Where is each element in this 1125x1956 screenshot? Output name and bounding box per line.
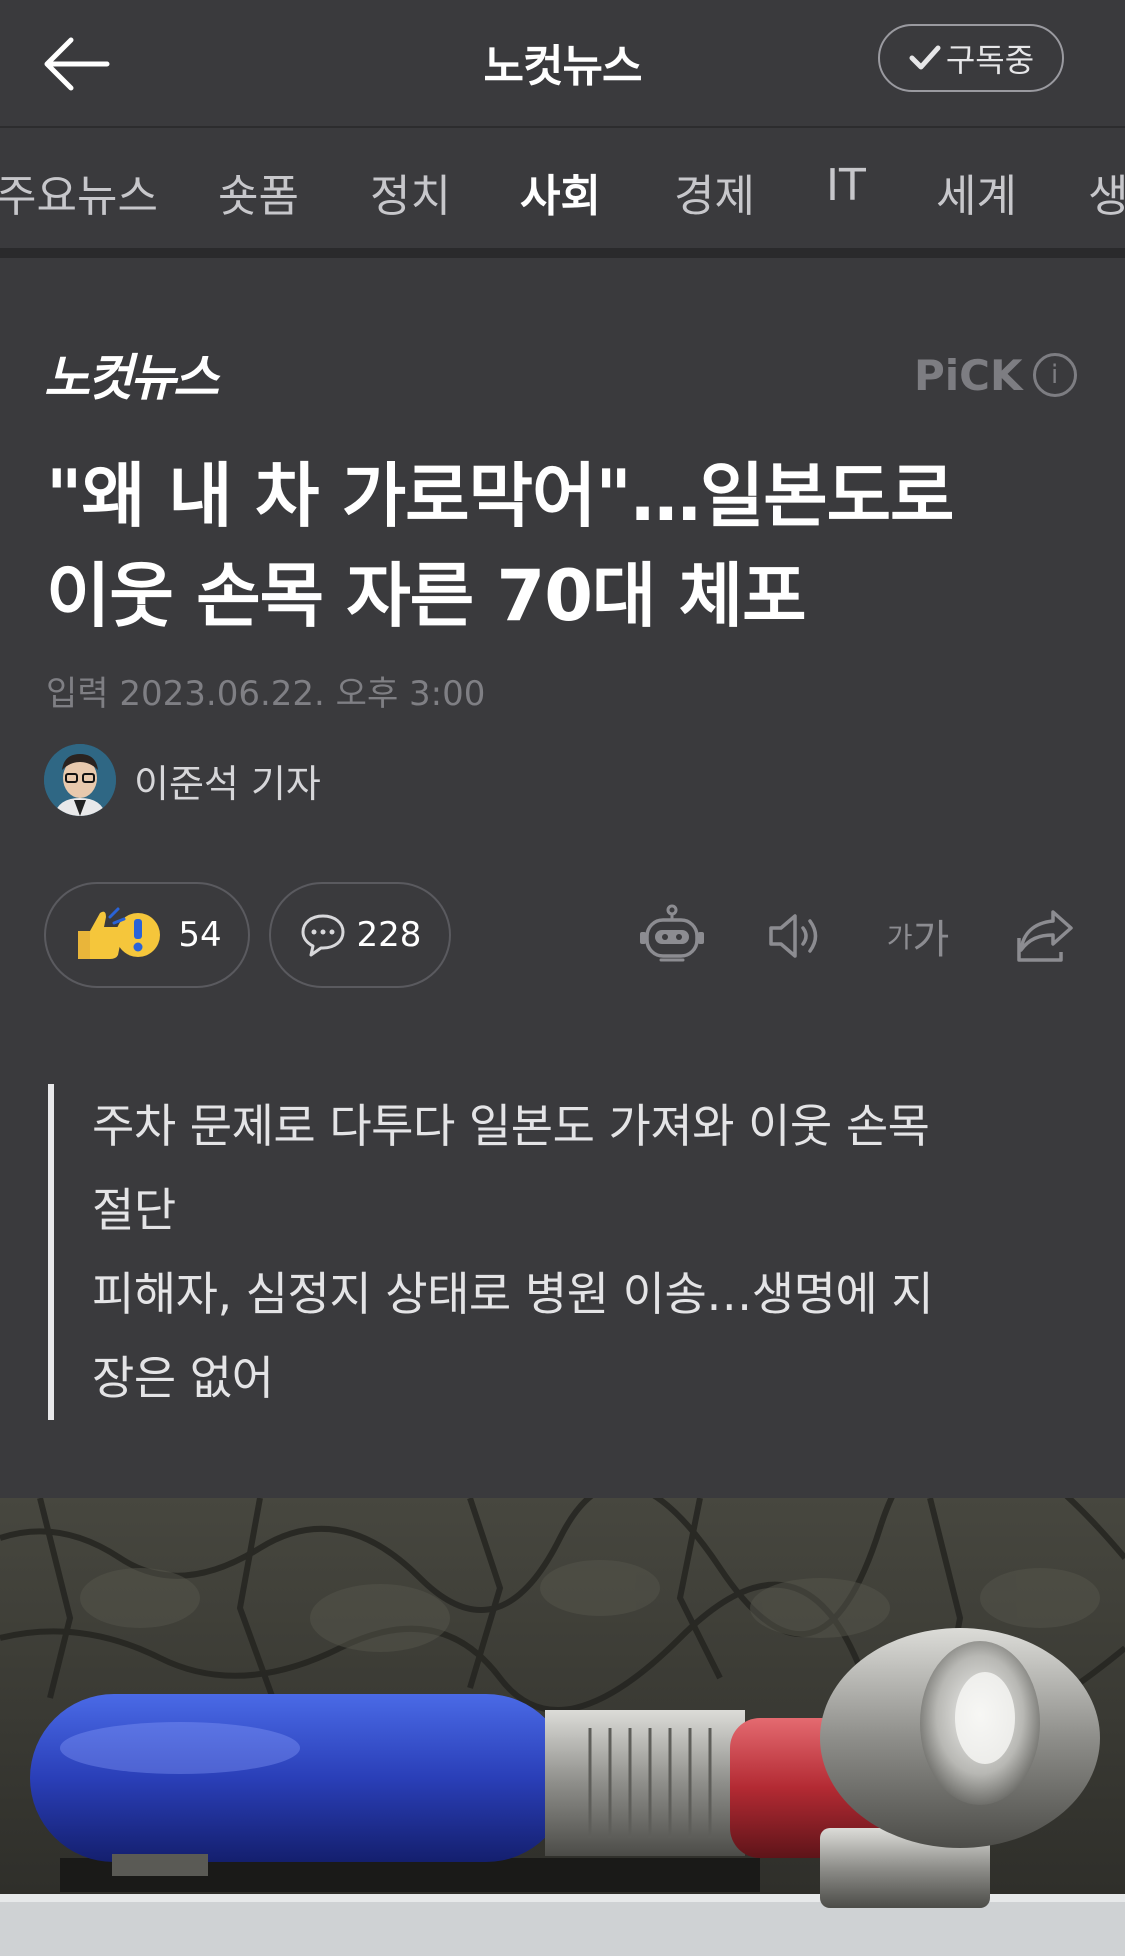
reporter-name: 이준석 기자 — [134, 761, 321, 806]
font-size-small-label: 가 — [886, 921, 913, 954]
tab-society[interactable]: 사회 — [520, 160, 601, 224]
comment-button[interactable]: 228 — [269, 882, 451, 988]
comment-count: 228 — [356, 915, 422, 955]
summary-bot-button[interactable] — [632, 896, 712, 976]
press-logo[interactable]: 노컷뉴스 — [44, 338, 224, 407]
pick-label: PiCK — [914, 350, 1023, 400]
robot-icon — [640, 904, 704, 962]
tab-economy[interactable]: 경제 — [674, 160, 755, 224]
summary-line-2: 절단 — [92, 1183, 176, 1237]
text-to-speech-button[interactable] — [756, 896, 836, 976]
byline[interactable]: 이준석 기자 — [44, 744, 321, 816]
headline-line-1: "왜 내 차 가로막어"…일본도로 — [46, 455, 954, 537]
tab-politics[interactable]: 정치 — [370, 160, 451, 224]
tab-it[interactable]: IT — [826, 160, 866, 211]
active-tab-indicator — [517, 252, 608, 258]
speech-bubble-icon — [301, 914, 345, 957]
publish-date-value: 2023.06.22. 오후 3:00 — [119, 674, 486, 714]
publish-date-label: 입력 — [46, 674, 109, 714]
top-app-bar: 노컷뉴스 구독중 — [0, 0, 1125, 128]
font-size-large-label: 가 — [912, 917, 950, 963]
summary-line-4: 장은 없어 — [92, 1351, 274, 1405]
pick-badge[interactable]: PiCK i — [914, 350, 1077, 400]
subscribe-button[interactable]: 구독중 — [878, 24, 1064, 92]
police-siren-photo — [0, 1498, 1125, 1956]
thumbs-up-surprise-icon — [78, 907, 161, 959]
reporter-avatar — [44, 744, 116, 816]
font-size-button[interactable]: 가가 — [878, 896, 958, 976]
speaker-icon — [769, 914, 818, 958]
reaction-button[interactable]: 54 — [44, 882, 250, 988]
subscribe-label: 구독중 — [945, 41, 1035, 79]
summary-line-3: 피해자, 심정지 상태로 병원 이송…생명에 지 — [92, 1267, 934, 1321]
article-headline: "왜 내 차 가로막어"…일본도로 이웃 손목 자른 70대 체포 — [46, 446, 1086, 646]
share-button[interactable] — [1004, 896, 1084, 976]
publish-date: 입력 2023.06.22. 오후 3:00 — [46, 666, 485, 715]
summary-line-1: 주차 문제로 다투다 일본도 가져와 이웃 손목 — [92, 1099, 930, 1153]
headline-line-2: 이웃 손목 자른 70대 체포 — [46, 555, 806, 637]
tab-shortform[interactable]: 숏폼 — [218, 160, 299, 224]
tab-world[interactable]: 세계 — [936, 160, 1017, 224]
reaction-count: 54 — [178, 915, 222, 955]
check-icon — [909, 45, 941, 70]
share-icon — [1017, 910, 1073, 962]
category-tabs: 주요뉴스 숏폼 정치 사회 경제 IT 세계 생 — [0, 130, 1125, 258]
article-photo[interactable] — [0, 1498, 1125, 1956]
article-summary: 주차 문제로 다투다 일본도 가져와 이웃 손목 절단 피해자, 심정지 상태로… — [48, 1084, 1048, 1420]
info-icon: i — [1032, 353, 1077, 397]
tab-main-news[interactable]: 주요뉴스 — [0, 160, 158, 224]
tab-life[interactable]: 생 — [1088, 160, 1125, 224]
